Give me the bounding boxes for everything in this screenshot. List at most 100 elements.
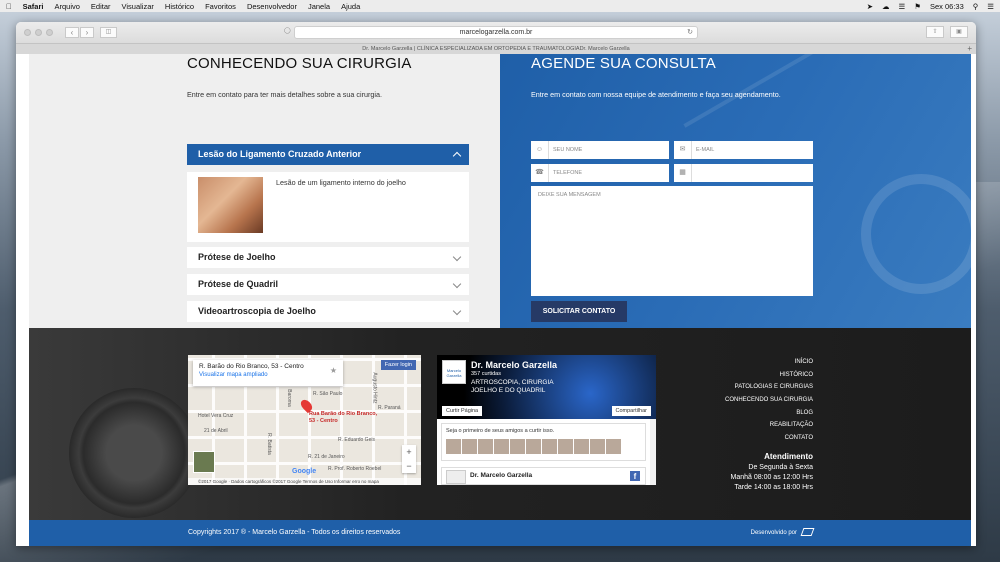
avatar[interactable]	[446, 439, 461, 454]
footer-link-blog[interactable]: BLOG	[725, 407, 813, 420]
address-bar[interactable]: marcelogarzella.com.br ↻	[294, 26, 698, 39]
close-window-button[interactable]	[24, 29, 31, 36]
menu-favoritos[interactable]: Favoritos	[205, 2, 236, 11]
forward-arrow-icon[interactable]: ›	[80, 27, 94, 38]
footer-nav: INÍCIO HISTÓRICO PATOLOGIAS E CIRURGIAS …	[725, 356, 813, 445]
message-field[interactable]: DEIXE SUA MENSAGEM	[531, 186, 813, 296]
chevron-up-icon	[452, 151, 462, 161]
zoom-in-icon[interactable]: +	[402, 445, 416, 459]
map-label: R. 21 de Janeiro	[308, 454, 345, 460]
menu-ajuda[interactable]: Ajuda	[341, 2, 360, 11]
avatar[interactable]	[574, 439, 589, 454]
avatar[interactable]	[462, 439, 477, 454]
submit-contact-button[interactable]: SOLICITAR CONTATO	[531, 301, 627, 322]
copyright-text: Copyrights 2017 ® - Marcelo Garzella - T…	[188, 529, 401, 536]
avatar[interactable]	[606, 439, 621, 454]
facebook-page-logo[interactable]: Marcelo Garzella	[442, 360, 466, 384]
user-icon: ☺	[531, 141, 549, 159]
view-larger-map-link[interactable]: Visualizar mapa ampliado	[199, 372, 337, 378]
avatar[interactable]	[510, 439, 525, 454]
message-placeholder: DEIXE SUA MENSAGEM	[538, 192, 601, 198]
footer-link-reabilitacao[interactable]: REABILITAÇÃO	[725, 419, 813, 432]
menu-historico[interactable]: Histórico	[165, 2, 194, 11]
zoom-out-icon[interactable]: −	[402, 459, 416, 473]
facebook-share-button[interactable]: Compartilhar	[611, 406, 651, 416]
facebook-icon[interactable]: f	[630, 471, 640, 481]
map-label: R. Prof. Roberto Roebel	[328, 466, 382, 472]
facebook-likes: 357 curtidas	[471, 371, 501, 377]
browser-toolbar: ‹ › ◫ ◯ marcelogarzella.com.br ↻ ⇧ ▣	[16, 22, 976, 43]
avatar[interactable]	[478, 439, 493, 454]
star-icon[interactable]: ★	[330, 366, 337, 375]
facebook-page-name[interactable]: Dr. Marcelo Garzella	[471, 360, 557, 370]
email-field[interactable]: ✉ E-MAIL	[674, 141, 813, 159]
facebook-post[interactable]: Dr. Marcelo Garzella f	[441, 467, 646, 485]
map-label: Baroma	[285, 389, 292, 407]
satellite-toggle[interactable]	[193, 451, 215, 473]
map-label: Augusto Hintz	[371, 372, 378, 404]
accordion-item-videoartroscopia[interactable]: Videoartroscopia de Joelho	[187, 301, 469, 322]
map-login-button[interactable]: Fazer login	[380, 360, 416, 370]
avatar[interactable]	[558, 439, 573, 454]
footer-link-inicio[interactable]: INÍCIO	[725, 356, 813, 369]
avatar[interactable]	[590, 439, 605, 454]
accordion-panel: Lesão de um ligamento interno do joelho	[187, 172, 469, 242]
accordion-item-lca[interactable]: Lesão do Ligamento Cruzado Anterior	[187, 144, 469, 165]
google-map[interactable]: Hotel Vera Cruz R. São Paulo R. Paraná 2…	[188, 355, 421, 485]
menu-desenvolvedor[interactable]: Desenvolvedor	[247, 2, 297, 11]
search-icon[interactable]: ⚲	[973, 2, 979, 11]
share-icon[interactable]: ⇧	[926, 26, 944, 38]
list-icon[interactable]: ☰	[987, 2, 994, 11]
tabs-overview-icon[interactable]: ▣	[950, 26, 968, 38]
date-field[interactable]: ▦	[674, 164, 813, 182]
map-label: 21 de Abril	[204, 428, 228, 434]
menu-arquivo[interactable]: Arquivo	[54, 2, 79, 11]
cloud-icon[interactable]: ☁	[882, 2, 890, 11]
wifi-icon[interactable]: ☰	[899, 2, 906, 11]
hours-title: Atendimento	[764, 452, 813, 461]
phone-placeholder: TELEFONE	[553, 170, 583, 176]
knee-photo	[198, 177, 263, 233]
location-icon[interactable]: ➤	[867, 2, 873, 11]
tab-title[interactable]: Dr. Marcelo Garzella | CLÍNICA ESPECIALI…	[362, 46, 629, 52]
hours-afternoon: Tarde 14:00 as 18:00 Hrs	[734, 484, 813, 491]
facebook-like-button[interactable]: Curtir Página	[442, 406, 483, 416]
avatar[interactable]	[542, 439, 557, 454]
footer-link-patologias[interactable]: PATOLOGIAS E CIRURGIAS	[725, 381, 813, 394]
back-arrow-icon[interactable]: ‹	[65, 27, 79, 38]
flag-icon[interactable]: ⚑	[914, 2, 921, 11]
zoom-window-button[interactable]	[46, 29, 53, 36]
footer-link-historico[interactable]: HISTÓRICO	[725, 369, 813, 382]
apple-icon[interactable]: 	[6, 2, 12, 11]
facebook-scrollbar[interactable]	[650, 419, 656, 485]
copyright-bar: Copyrights 2017 ® - Marcelo Garzella - T…	[29, 520, 971, 546]
avatar[interactable]	[526, 439, 541, 454]
reload-icon[interactable]: ↻	[687, 27, 693, 38]
menu-janela[interactable]: Janela	[308, 2, 330, 11]
developed-by-label: Desenvolvido por	[750, 530, 797, 536]
phone-field[interactable]: ☎ TELEFONE	[531, 164, 669, 182]
map-info-card: R. Barão do Rio Branco, 53 - Centro Visu…	[193, 360, 343, 386]
map-label: R. Paraná	[378, 405, 401, 411]
map-label: R. São Paulo	[313, 391, 343, 397]
opening-hours: Atendimento De Segunda à Sexta Manhã 08:…	[731, 452, 814, 493]
avatar[interactable]	[494, 439, 509, 454]
footer-link-contato[interactable]: CONTATO	[725, 432, 813, 445]
new-tab-icon[interactable]: +	[967, 44, 972, 54]
menu-visualizar[interactable]: Visualizar	[122, 2, 154, 11]
surgery-section: CONHECENDO SUA CIRURGIA Entre em contato…	[29, 54, 500, 328]
map-zoom-controls[interactable]: + −	[402, 445, 416, 473]
menu-editar[interactable]: Editar	[91, 2, 111, 11]
minimize-window-button[interactable]	[35, 29, 42, 36]
accordion-item-protese-quadril[interactable]: Prótese de Quadril	[187, 274, 469, 295]
chevron-down-icon	[452, 279, 462, 289]
accordion-label: Lesão do Ligamento Cruzado Anterior	[198, 149, 362, 159]
accordion-item-protese-joelho[interactable]: Prótese de Joelho	[187, 247, 469, 268]
developer-credit[interactable]: Desenvolvido por	[750, 520, 815, 546]
menu-app-name[interactable]: Safari	[23, 2, 44, 11]
google-logo: Google	[292, 468, 317, 475]
footer-link-conhecendo[interactable]: CONHECENDO SUA CIRURGIA	[725, 394, 813, 407]
menubar-clock[interactable]: Sex 06:33	[930, 2, 964, 11]
name-field[interactable]: ☺ SEU NOME	[531, 141, 669, 159]
sidebar-toggle-icon[interactable]: ◫	[100, 27, 117, 38]
